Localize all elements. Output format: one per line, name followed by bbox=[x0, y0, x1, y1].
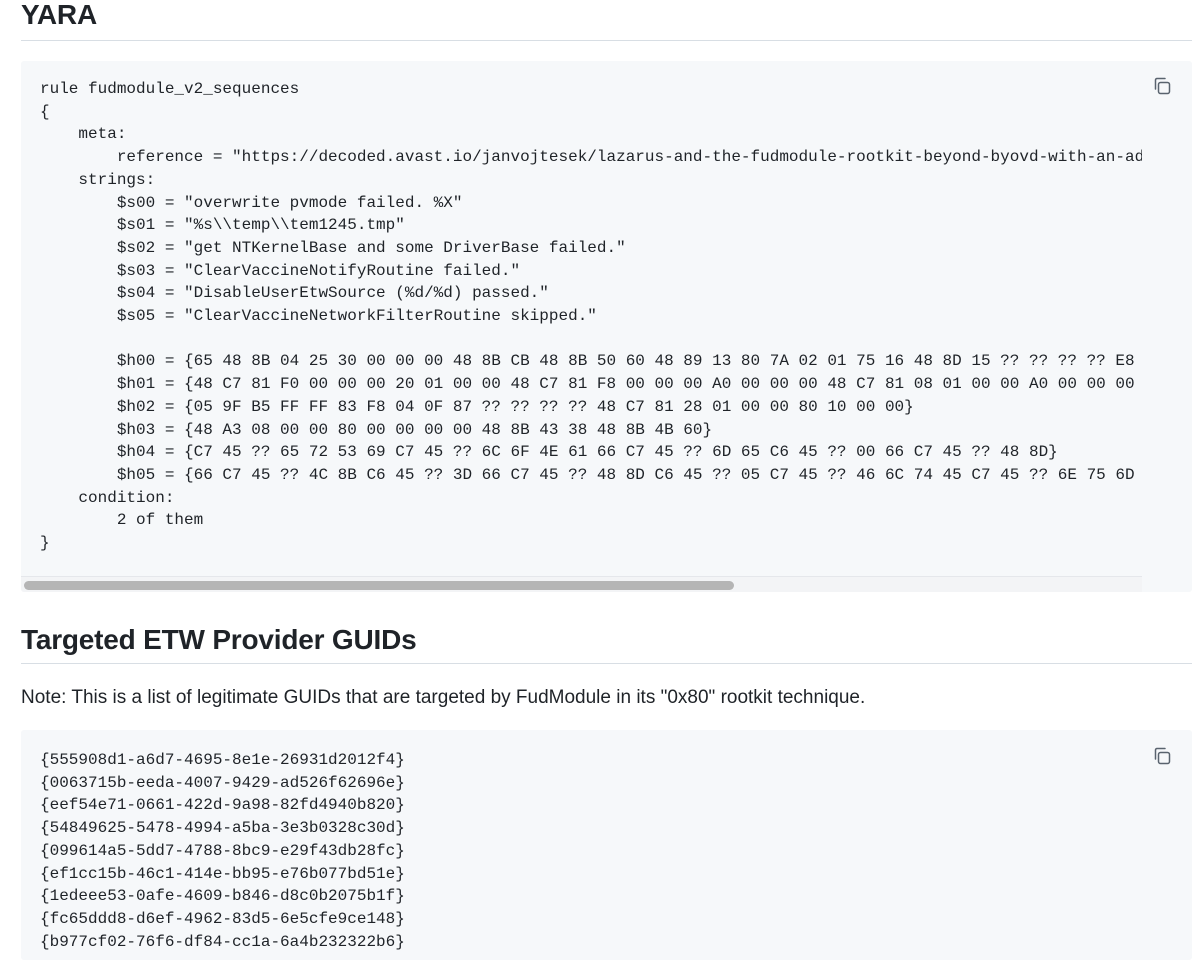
horizontal-scrollbar[interactable] bbox=[21, 576, 1142, 592]
guid-code-scroll-area[interactable]: {555908d1-a6d7-4695-8e1e-26931d2012f4} {… bbox=[21, 730, 1142, 960]
guid-line: {fc65ddd8-d6ef-4962-83d5-6e5cfe9ce148} bbox=[40, 909, 405, 928]
guid-line: {0063715b-eeda-4007-9429-ad526f62696e} bbox=[40, 773, 405, 792]
yara-rule-code: rule fudmodule_v2_sequences { meta: refe… bbox=[21, 61, 1142, 555]
code-line: strings: bbox=[40, 170, 156, 189]
code-line: $s04 = "DisableUserEtwSource (%d/%d) pas… bbox=[40, 284, 549, 303]
code-line: $s00 = "overwrite pvmode failed. %X" bbox=[40, 193, 463, 212]
code-line: $s02 = "get NTKernelBase and some Driver… bbox=[40, 238, 626, 257]
copy-icon bbox=[1154, 77, 1171, 95]
code-line: $h04 = {C7 45 ?? 65 72 53 69 C7 45 ?? 6C… bbox=[40, 443, 1058, 462]
copy-guids-button[interactable] bbox=[1151, 745, 1173, 767]
etw-heading: Targeted ETW Provider GUIDs bbox=[21, 624, 417, 655]
copy-icon bbox=[1154, 747, 1171, 765]
code-line: $s05 = "ClearVaccineNetworkFilterRoutine… bbox=[40, 307, 597, 326]
code-line: $h00 = {65 48 8B 04 25 30 00 00 00 48 8B… bbox=[40, 352, 1142, 371]
copy-yara-button[interactable] bbox=[1151, 75, 1173, 97]
code-line: $h05 = {66 C7 45 ?? 4C 8B C6 45 ?? 3D 66… bbox=[40, 465, 1142, 484]
guid-line: {1edeee53-0afe-4609-b846-d8c0b2075b1f} bbox=[40, 887, 405, 906]
yara-code-block: rule fudmodule_v2_sequences { meta: refe… bbox=[21, 61, 1192, 592]
code-line: } bbox=[40, 534, 50, 553]
guid-list-code: {555908d1-a6d7-4695-8e1e-26931d2012f4} {… bbox=[21, 730, 1142, 953]
code-line: $h03 = {48 A3 08 00 00 80 00 00 00 00 48… bbox=[40, 420, 713, 439]
yara-code-scroll-area[interactable]: rule fudmodule_v2_sequences { meta: refe… bbox=[21, 61, 1142, 576]
guid-line: {eef54e71-0661-422d-9a98-82fd4940b820} bbox=[40, 796, 405, 815]
heading-divider bbox=[21, 663, 1192, 664]
code-line: 2 of them bbox=[40, 511, 204, 530]
code-line: $h02 = {05 9F B5 FF FF 83 F8 04 0F 87 ??… bbox=[40, 397, 914, 416]
code-line: { bbox=[40, 102, 50, 121]
code-line: $h01 = {48 C7 81 F0 00 00 00 20 01 00 00… bbox=[40, 375, 1142, 394]
code-line: $s03 = "ClearVaccineNotifyRoutine failed… bbox=[40, 261, 521, 280]
code-line: meta: bbox=[40, 125, 127, 144]
guid-code-block: {555908d1-a6d7-4695-8e1e-26931d2012f4} {… bbox=[21, 730, 1192, 960]
code-line: rule fudmodule_v2_sequences bbox=[40, 80, 300, 98]
heading-divider bbox=[21, 40, 1192, 41]
yara-heading: YARA bbox=[21, 0, 97, 30]
guid-line: {555908d1-a6d7-4695-8e1e-26931d2012f4} bbox=[40, 751, 405, 769]
code-line: reference = "https://decoded.avast.io/ja… bbox=[40, 148, 1142, 167]
guid-line: {ef1cc15b-46c1-414e-bb95-e76b077bd51e} bbox=[40, 864, 405, 883]
scrollbar-thumb[interactable] bbox=[24, 581, 734, 590]
code-line: condition: bbox=[40, 488, 175, 507]
guid-note: Note: This is a list of legitimate GUIDs… bbox=[21, 687, 866, 708]
guid-line: {54849625-5478-4994-a5ba-3e3b0328c30d} bbox=[40, 819, 405, 838]
guid-line: {b977cf02-76f6-df84-cc1a-6a4b232322b6} bbox=[40, 932, 405, 951]
code-line: $s01 = "%s\\temp\\tem1245.tmp" bbox=[40, 216, 405, 235]
guid-line: {099614a5-5dd7-4788-8bc9-e29f43db28fc} bbox=[40, 841, 405, 860]
